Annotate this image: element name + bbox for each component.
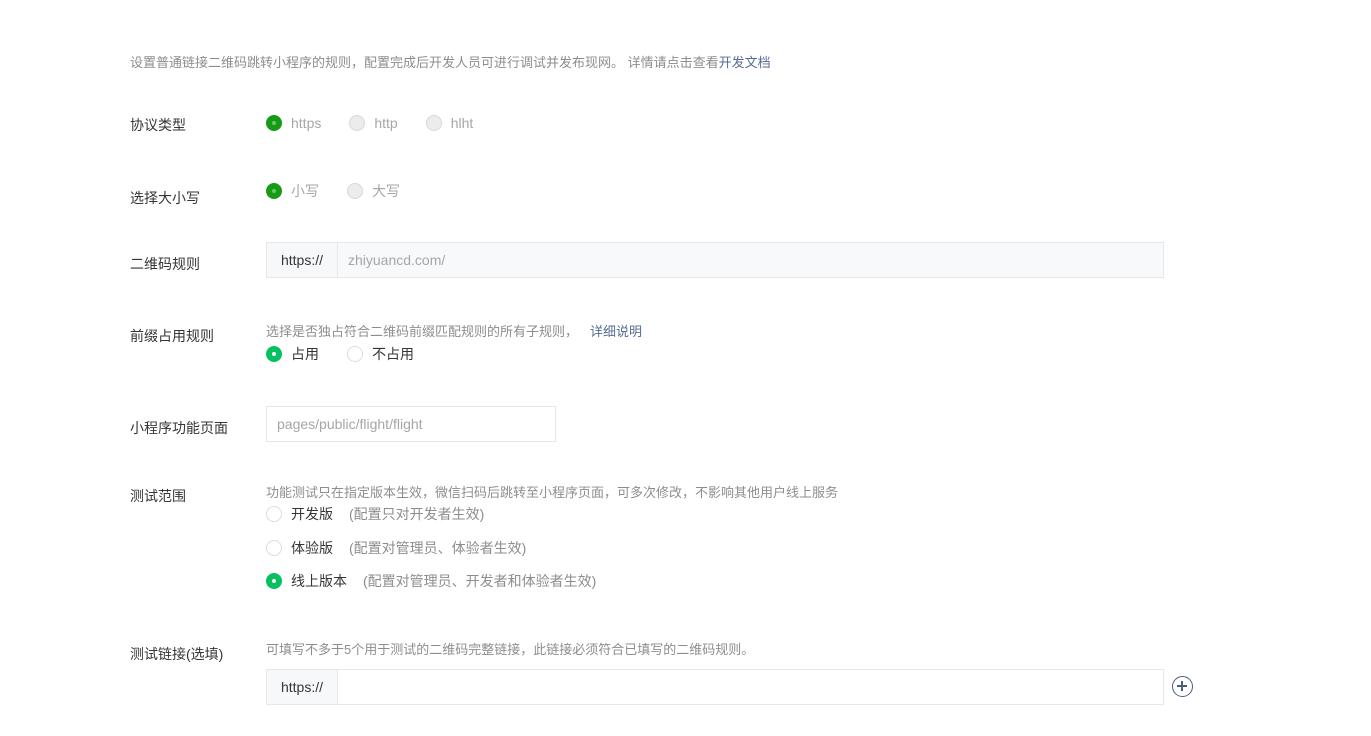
radio-unchecked-icon xyxy=(425,115,442,131)
radio-unchecked-icon xyxy=(266,506,282,522)
protocol-option-http[interactable]: http xyxy=(349,115,398,131)
test-link-hint: 可填写不多于5个用于测试的二维码完整链接，此链接必须符合已填写的二维码规则。 xyxy=(266,642,755,657)
test-link-prefix: https:// xyxy=(267,670,338,704)
add-test-link-plus-icon[interactable] xyxy=(1172,676,1193,697)
protocol-radio-group: https http hlht xyxy=(266,115,501,131)
radio-unchecked-icon xyxy=(349,115,366,131)
prefix-option-occupy[interactable]: 占用 xyxy=(266,344,319,364)
radio-unchecked-icon xyxy=(347,183,363,199)
page-path-input[interactable] xyxy=(266,406,556,442)
page-path-label: 小程序功能页面 xyxy=(130,420,228,436)
prefix-rule-hint: 选择是否独占符合二维码前缀匹配规则的所有子规则， 详细说明 xyxy=(266,324,643,339)
intro-description: 设置普通链接二维码跳转小程序的规则，配置完成后开发人员可进行调试并发布现网。 详… xyxy=(130,55,719,70)
case-radio-group: 小写 大写 xyxy=(266,181,428,201)
protocol-option-hlht[interactable]: hlht xyxy=(425,115,473,131)
protocol-label: 协议类型 xyxy=(130,117,186,133)
radio-unchecked-icon xyxy=(347,346,363,362)
prefix-rule-detail-link[interactable]: 详细说明 xyxy=(590,324,642,339)
test-scope-label: 测试范围 xyxy=(130,488,186,504)
test-scope-radio-trial[interactable]: 体验版 (配置对管理员、体验者生效) xyxy=(266,538,526,558)
prefix-rule-label: 前缀占用规则 xyxy=(130,328,214,344)
test-scope-option-trial: 体验版 (配置对管理员、体验者生效) xyxy=(266,538,554,558)
qr-rule-prefix: https:// xyxy=(267,243,338,277)
qr-rule-input-group: https:// xyxy=(266,242,1164,278)
intro-text: 设置普通链接二维码跳转小程序的规则，配置完成后开发人员可进行调试并发布现网。 详… xyxy=(130,52,771,71)
radio-unchecked-icon xyxy=(266,540,282,556)
prefix-rule-radio-group: 占用 不占用 xyxy=(266,344,442,364)
radio-checked-icon xyxy=(266,115,282,131)
test-scope-radio-dev[interactable]: 开发版 (配置只对开发者生效) xyxy=(266,504,484,524)
test-scope-option-dev: 开发版 (配置只对开发者生效) xyxy=(266,504,512,524)
test-scope-option-online: 线上版本 (配置对管理员、开发者和体验者生效) xyxy=(266,571,624,591)
test-link-input-group: https:// xyxy=(266,669,1164,705)
test-scope-radio-online[interactable]: 线上版本 (配置对管理员、开发者和体验者生效) xyxy=(266,571,596,591)
case-option-upper[interactable]: 大写 xyxy=(347,181,400,201)
test-link-input[interactable] xyxy=(338,670,1163,704)
test-link-label: 测试链接(选填) xyxy=(130,646,224,662)
qr-rule-input[interactable] xyxy=(338,243,1163,277)
case-label: 选择大小写 xyxy=(130,190,200,206)
prefix-option-not-occupy[interactable]: 不占用 xyxy=(347,344,414,364)
radio-checked-icon xyxy=(266,346,282,362)
radio-checked-icon xyxy=(266,183,282,199)
case-option-lower[interactable]: 小写 xyxy=(266,181,319,201)
protocol-option-https[interactable]: https xyxy=(266,115,321,131)
qr-rule-label: 二维码规则 xyxy=(130,256,200,272)
radio-checked-icon xyxy=(266,573,282,589)
test-scope-hint: 功能测试只在指定版本生效，微信扫码后跳转至小程序页面，可多次修改，不影响其他用户… xyxy=(266,485,839,500)
dev-docs-link[interactable]: 开发文档 xyxy=(719,55,771,70)
